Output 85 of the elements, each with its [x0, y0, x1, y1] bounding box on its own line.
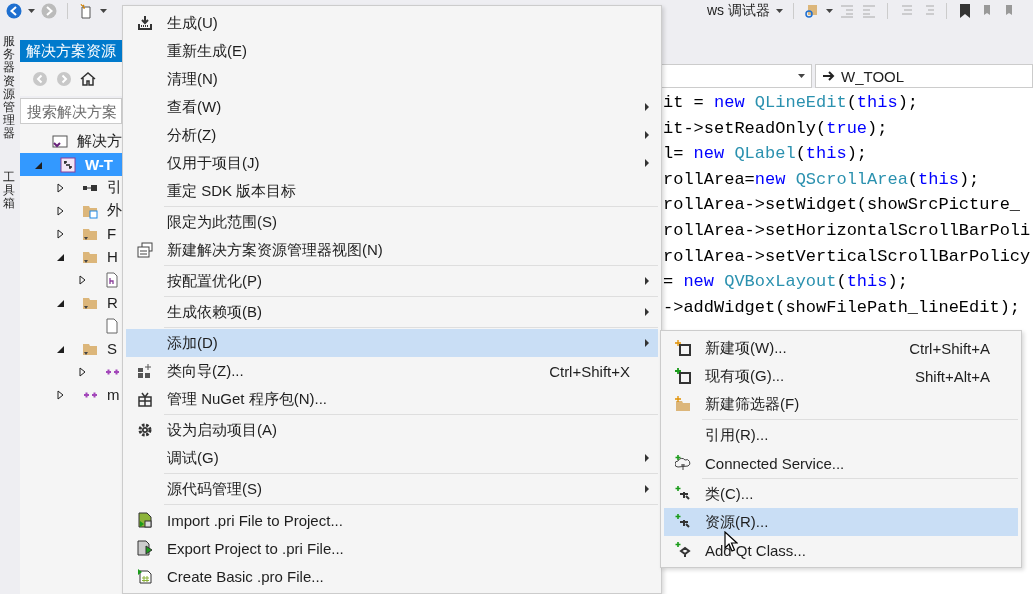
window-stack-icon	[136, 242, 153, 258]
search-field[interactable]: 搜索解决方案	[20, 98, 122, 124]
code-line: rollArea->setVerticalScrollBarPolicy	[663, 245, 1032, 268]
code-line: rollArea=new QScrollArea(this);	[663, 168, 981, 191]
menu-item[interactable]: 生成依赖项(B)	[126, 298, 658, 326]
menu-item[interactable]: 生成(U)	[126, 9, 658, 37]
new-folder-icon	[674, 396, 691, 412]
menu-item[interactable]: 新建解决方案资源管理器视图(N)	[126, 236, 658, 264]
menu-item[interactable]: Add Qt Class...	[664, 536, 1018, 564]
cpp-file-icon	[83, 391, 97, 398]
code-line: rollArea->setWidget(showSrcPicture_	[663, 194, 1022, 217]
outdent-icon	[839, 3, 855, 19]
gift-box-icon	[136, 391, 153, 407]
menu-item[interactable]: 查看(W)	[126, 93, 658, 121]
menu-item[interactable]: 限定为此范围(S)	[126, 208, 658, 236]
solution-icon	[52, 133, 68, 150]
cloud-plug-icon	[674, 455, 691, 471]
back-icon	[32, 71, 48, 87]
menu-item[interactable]: 设为启动项目(A)	[126, 416, 658, 444]
home-icon	[80, 71, 96, 87]
menu-item[interactable]: 调试(G)	[126, 444, 658, 472]
caret-icon	[28, 9, 35, 13]
indent-icon	[861, 3, 877, 19]
menu-item[interactable]: Connected Service...	[664, 449, 1018, 477]
cpp-file-icon	[105, 368, 119, 375]
tree-item[interactable]: H	[20, 245, 122, 268]
code-line: rollArea->setHorizontalScrollBarPoli	[663, 219, 1032, 242]
code-line: it = new QLineEdit(this);	[663, 92, 920, 114]
tree-item[interactable]: 引	[20, 176, 122, 199]
tray-arrow-icon	[136, 15, 153, 31]
menu-item[interactable]: Create Basic .pro File...	[126, 562, 658, 590]
gear-icon	[136, 422, 153, 438]
tree-item[interactable]: R	[20, 291, 122, 314]
caret-icon	[798, 74, 805, 78]
document-plus-icon	[136, 568, 153, 584]
side-tab[interactable]: 工具箱	[3, 170, 15, 211]
menu-item[interactable]: 按配置优化(P)	[126, 267, 658, 295]
new-document-icon	[78, 3, 94, 19]
document-arrow-icon	[136, 540, 153, 556]
menu-item[interactable]: 重定 SDK 版本目标	[126, 177, 658, 205]
menu-item[interactable]: 新建项(W)... Ctrl+Shift+A	[664, 334, 1018, 362]
tree-item[interactable]: 外	[20, 199, 122, 222]
existing-item-icon	[674, 368, 691, 384]
menu-item[interactable]: 类(C)...	[664, 480, 1018, 508]
class-plus-icon	[674, 514, 691, 530]
menu-item[interactable]: 分析(Z)	[126, 121, 658, 149]
tree-item[interactable]: m	[20, 383, 122, 406]
new-item-icon	[674, 340, 691, 356]
bookmark-icon	[957, 3, 973, 19]
menu-item[interactable]: 管理 NuGet 程序包(N)...	[126, 385, 658, 413]
code-line: = new QVBoxLayout(this);	[663, 271, 909, 294]
debugger-label[interactable]: ws 调试器	[707, 2, 770, 20]
caret-icon	[100, 9, 107, 13]
code-line: ->addWidget(showFilePath_lineEdit);	[663, 296, 1022, 319]
menu-item[interactable]: 清理(N)	[126, 65, 658, 93]
menu-item[interactable]: 类向导(Z)... Ctrl+Shift+X	[126, 357, 658, 385]
caret-icon	[776, 9, 783, 13]
forward-icon	[56, 71, 72, 87]
side-tab[interactable]: 服务器资源管理器	[3, 35, 15, 141]
tree-item[interactable]: F	[20, 222, 122, 245]
find-in-files-icon	[804, 3, 820, 19]
menu-item[interactable]: 仅用于项目(J)	[126, 149, 658, 177]
document-arrow-icon	[136, 512, 153, 528]
tree-item[interactable]: S	[20, 337, 122, 360]
caret-icon	[826, 9, 833, 13]
menu-item[interactable]: 源代码管理(S)	[126, 475, 658, 503]
menu-item[interactable]: 重新生成(E)	[126, 37, 658, 65]
class-plus-icon	[674, 486, 691, 502]
scope-dropdown[interactable]	[660, 64, 812, 88]
arrow-icon	[822, 69, 835, 83]
panel-title: 解决方案资源	[20, 40, 122, 62]
menu-item[interactable]: 新建筛选器(F)	[664, 390, 1018, 418]
tree-item[interactable]: 解决方	[20, 130, 122, 153]
code-line: l= new QLabel(this);	[663, 143, 869, 166]
grid-sparkle-icon	[136, 363, 153, 379]
menu-item[interactable]: 添加(D)	[126, 329, 658, 357]
member-dropdown[interactable]: W_TOOL	[815, 64, 1033, 88]
project-icon	[60, 156, 76, 173]
menu-item[interactable]: 引用(R)...	[664, 421, 1018, 449]
menu-item[interactable]: 资源(R)...	[664, 508, 1018, 536]
menu-item[interactable]: Export Project to .pri File...	[126, 534, 658, 562]
code-line: it->setReadOnly(true);	[663, 117, 889, 140]
menu-item[interactable]: 现有项(G)... Shift+Alt+A	[664, 362, 1018, 390]
class-plus-icon	[674, 542, 691, 558]
menu-item[interactable]: Import .pri File to Project...	[126, 506, 658, 534]
